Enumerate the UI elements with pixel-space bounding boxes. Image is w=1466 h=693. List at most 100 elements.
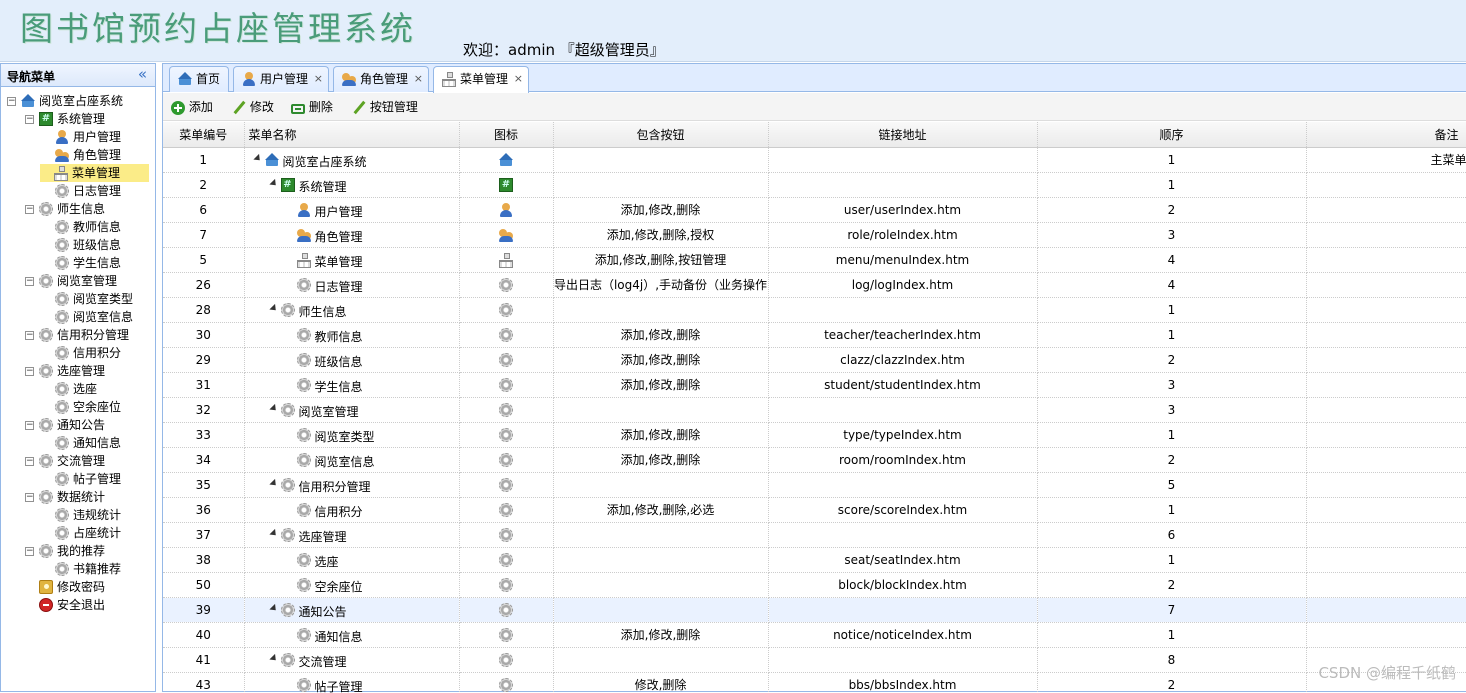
column-header[interactable]: 菜单名称 [244, 122, 459, 147]
sidebar-item-10[interactable]: −阅览室管理 [25, 272, 151, 290]
table-row[interactable]: 28师生信息1 [163, 297, 1466, 322]
table-row[interactable]: 34阅览室信息添加,修改,删除room/roomIndex.htm2 [163, 447, 1466, 472]
expand-arrow-icon[interactable] [253, 153, 262, 162]
sidebar-item-label: 阅览室类型 [73, 290, 133, 308]
sidebar-item-25[interactable]: −我的推荐 [25, 542, 151, 560]
expand-arrow-icon[interactable] [269, 478, 278, 487]
table-row[interactable]: 35信用积分管理5 [163, 472, 1466, 497]
close-icon[interactable]: × [514, 67, 523, 91]
table-row[interactable]: 30教师信息添加,修改,删除teacher/teacherIndex.htm1 [163, 322, 1466, 347]
sidebar-item-28[interactable]: 安全退出 [25, 596, 151, 614]
sidebar-item-5[interactable]: 日志管理 [41, 182, 151, 200]
nav-sidebar: 导航菜单 « −阅览室占座系统−#系统管理用户管理角色管理菜单管理日志管理−师生… [0, 63, 156, 692]
table-row[interactable]: 37选座管理6 [163, 522, 1466, 547]
table-row[interactable]: 7角色管理添加,修改,删除,授权role/roleIndex.htm3 [163, 222, 1466, 247]
sidebar-item-1[interactable]: −#系统管理 [25, 110, 151, 128]
sidebar-item-7[interactable]: 教师信息 [41, 218, 151, 236]
add-button[interactable]: 添加 [171, 98, 213, 116]
tab-3[interactable]: 菜单管理× [433, 66, 529, 93]
column-header[interactable]: 备注 [1306, 122, 1466, 147]
sidebar-item-14[interactable]: 信用积分 [41, 344, 151, 362]
table-row[interactable]: 43帖子管理修改,删除bbs/bbsIndex.htm2 [163, 672, 1466, 693]
tab-2[interactable]: 角色管理× [333, 66, 429, 92]
gear-icon [39, 202, 53, 216]
sidebar-item-3[interactable]: 角色管理 [41, 146, 151, 164]
sidebar-item-6[interactable]: −师生信息 [25, 200, 151, 218]
sidebar-item-15[interactable]: −选座管理 [25, 362, 151, 380]
sidebar-item-12[interactable]: 阅览室信息 [41, 308, 151, 326]
edit-icon [352, 101, 366, 115]
sidebar-item-0[interactable]: −阅览室占座系统 [7, 92, 151, 110]
expand-arrow-icon[interactable] [269, 178, 278, 187]
table-row[interactable]: 26日志管理导出日志（log4j）,手动备份（业务操作log/logIndex.… [163, 272, 1466, 297]
expand-arrow-icon[interactable] [269, 653, 278, 662]
gear-icon [499, 378, 513, 392]
sidebar-item-27[interactable]: 修改密码 [25, 578, 151, 596]
cell-icon [459, 597, 553, 622]
table-row[interactable]: 39通知公告7 [163, 597, 1466, 622]
table-row[interactable]: 1阅览室占座系统1主菜单 [163, 147, 1466, 172]
tree-toggle-icon[interactable]: − [7, 97, 16, 106]
table-row[interactable]: 6用户管理添加,修改,删除user/userIndex.htm2 [163, 197, 1466, 222]
expand-arrow-icon[interactable] [269, 528, 278, 537]
column-header[interactable]: 包含按钮 [553, 122, 768, 147]
tree-toggle-icon[interactable]: − [25, 115, 34, 124]
close-icon[interactable]: × [314, 67, 323, 91]
sidebar-item-9[interactable]: 学生信息 [41, 254, 151, 272]
column-header[interactable]: 图标 [459, 122, 553, 147]
tree-toggle-icon[interactable]: − [25, 205, 34, 214]
tree-toggle-icon[interactable]: − [25, 457, 34, 466]
expand-arrow-icon[interactable] [269, 403, 278, 412]
table-row[interactable]: 5菜单管理添加,修改,删除,按钮管理menu/menuIndex.htm4 [163, 247, 1466, 272]
table-row[interactable]: 2#系统管理#1 [163, 172, 1466, 197]
column-header[interactable]: 顺序 [1037, 122, 1306, 147]
table-row[interactable]: 33阅览室类型添加,修改,删除type/typeIndex.htm1 [163, 422, 1466, 447]
table-row[interactable]: 38选座seat/seatIndex.htm1 [163, 547, 1466, 572]
table-row[interactable]: 50空余座位block/blockIndex.htm2 [163, 572, 1466, 597]
sidebar-item-21[interactable]: 帖子管理 [41, 470, 151, 488]
sidebar-item-13[interactable]: −信用积分管理 [25, 326, 151, 344]
sidebar-item-2[interactable]: 用户管理 [41, 128, 151, 146]
sidebar-item-16[interactable]: 选座 [41, 380, 151, 398]
tree-toggle-icon[interactable]: − [25, 331, 34, 340]
column-header[interactable]: 菜单编号 [163, 122, 244, 147]
sidebar-item-label: 信用积分 [73, 344, 121, 362]
table-row[interactable]: 29班级信息添加,修改,删除clazz/clazzIndex.htm2 [163, 347, 1466, 372]
sidebar-item-20[interactable]: −交流管理 [25, 452, 151, 470]
cell-url [768, 397, 1037, 422]
table-row[interactable]: 40通知信息添加,修改,删除notice/noticeIndex.htm1 [163, 622, 1466, 647]
column-header[interactable]: 链接地址 [768, 122, 1037, 147]
expand-arrow-icon[interactable] [269, 603, 278, 612]
table-row[interactable]: 41交流管理8 [163, 647, 1466, 672]
tree-toggle-icon[interactable]: − [25, 277, 34, 286]
sidebar-item-4[interactable]: 菜单管理 [40, 164, 149, 182]
sidebar-item-11[interactable]: 阅览室类型 [41, 290, 151, 308]
collapse-icon[interactable]: « [138, 65, 147, 83]
tab-1[interactable]: 用户管理× [233, 66, 329, 92]
sidebar-item-26[interactable]: 书籍推荐 [41, 560, 151, 578]
expand-arrow-icon[interactable] [269, 303, 278, 312]
edit-button[interactable]: 修改 [232, 98, 274, 116]
tree-toggle-icon[interactable]: − [25, 367, 34, 376]
sidebar-item-24[interactable]: 占座统计 [41, 524, 151, 542]
sidebar-item-22[interactable]: −数据统计 [25, 488, 151, 506]
tree-toggle-icon[interactable]: − [25, 421, 34, 430]
sidebar-item-23[interactable]: 违规统计 [41, 506, 151, 524]
sidebar-item-8[interactable]: 班级信息 [41, 236, 151, 254]
tree-toggle-icon[interactable]: − [25, 547, 34, 556]
close-icon[interactable]: × [414, 67, 423, 91]
button-management-button[interactable]: 按钮管理 [352, 98, 418, 116]
sidebar-item-19[interactable]: 通知信息 [41, 434, 151, 452]
table-row[interactable]: 36信用积分添加,修改,删除,必选score/scoreIndex.htm1 [163, 497, 1466, 522]
sidebar-item-label: 违规统计 [73, 506, 121, 524]
cell-name: 通知信息 [244, 622, 459, 647]
sidebar-item-label: 阅览室信息 [73, 308, 133, 326]
table-row[interactable]: 32阅览室管理3 [163, 397, 1466, 422]
tree-toggle-icon[interactable]: − [25, 493, 34, 502]
cell-order: 3 [1037, 222, 1306, 247]
tab-0[interactable]: 首页 [169, 66, 229, 92]
delete-button[interactable]: 删除 [291, 98, 333, 116]
table-row[interactable]: 31学生信息添加,修改,删除student/studentIndex.htm3 [163, 372, 1466, 397]
sidebar-item-18[interactable]: −通知公告 [25, 416, 151, 434]
sidebar-item-17[interactable]: 空余座位 [41, 398, 151, 416]
